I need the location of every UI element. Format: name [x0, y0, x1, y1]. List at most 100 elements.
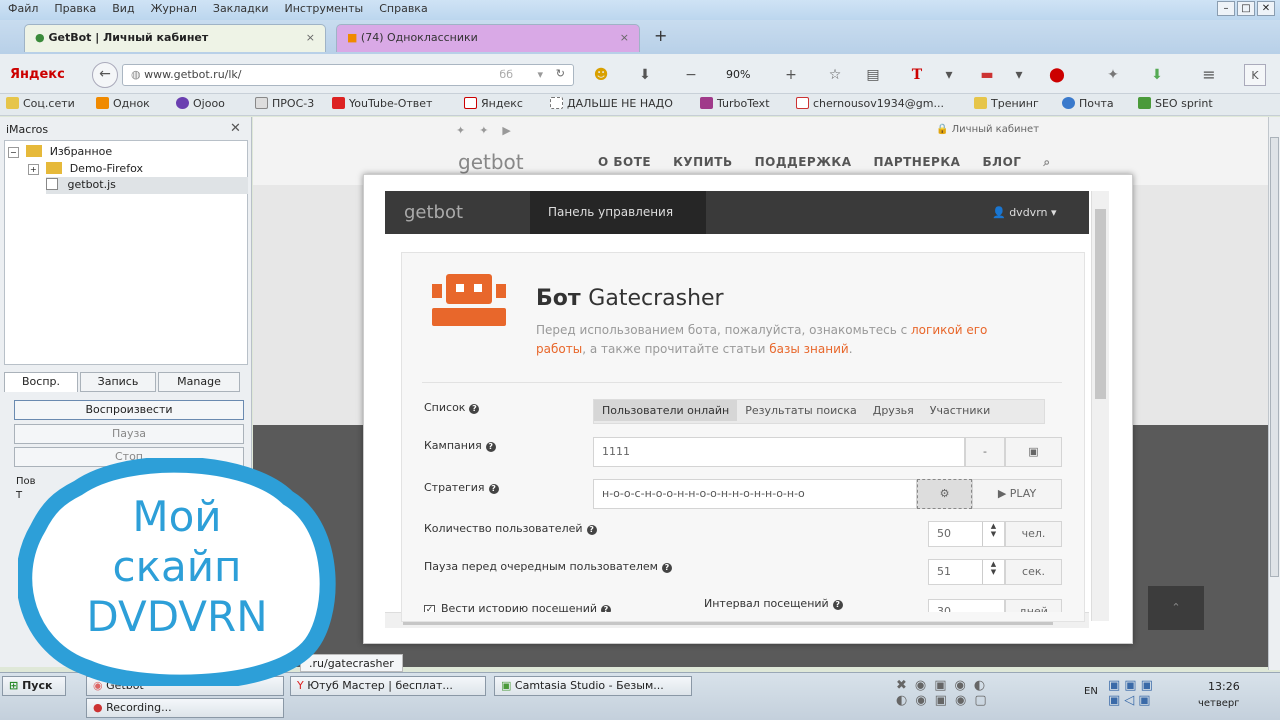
- addon-icon[interactable]: ☻: [590, 64, 612, 86]
- logic-link[interactable]: логикой его: [911, 323, 987, 337]
- checkbox-checked-icon[interactable]: ✓: [424, 605, 435, 612]
- control-panel-tab[interactable]: Панель управления: [530, 191, 706, 234]
- interval-stepper[interactable]: 30: [928, 599, 1005, 612]
- modal-vertical-scrollbar[interactable]: [1091, 191, 1109, 621]
- bookmark-turbotext[interactable]: TurboText: [700, 97, 770, 110]
- menu-help[interactable]: Справка: [371, 0, 435, 17]
- close-tab-icon[interactable]: ×: [306, 31, 315, 44]
- strategy-settings-button[interactable]: ⚙: [917, 479, 972, 509]
- stepper-arrows-icon[interactable]: ▲ ▼: [982, 522, 1004, 546]
- minimize-icon[interactable]: –: [1217, 1, 1235, 16]
- expand-icon[interactable]: +: [28, 164, 39, 175]
- collapse-icon[interactable]: −: [8, 147, 19, 158]
- pause-button[interactable]: Пауза: [14, 424, 244, 444]
- flag-dropdown-icon[interactable]: ▾: [1008, 64, 1030, 86]
- tab-play[interactable]: Воспр.: [4, 372, 78, 392]
- flag-icon[interactable]: ▬: [976, 64, 998, 86]
- dropdown-icon[interactable]: ▾: [537, 68, 543, 81]
- campaign-remove-button[interactable]: -: [965, 437, 1005, 467]
- bookmark-pochta[interactable]: Почта: [1062, 97, 1114, 110]
- language-indicator[interactable]: EN: [1084, 686, 1098, 697]
- nav-about[interactable]: О БОТЕ: [598, 155, 651, 169]
- yandex-logo[interactable]: Яндекс: [10, 67, 65, 82]
- address-bar[interactable]: ◍ www.getbot.ru/lk/ бб ▾ ↻: [122, 64, 574, 86]
- bookmark-trening[interactable]: Тренинг: [974, 97, 1039, 110]
- zoom-out-icon[interactable]: −: [680, 64, 702, 86]
- star-icon[interactable]: ☆: [824, 64, 846, 86]
- bookmark-seosprint[interactable]: SEO sprint: [1138, 97, 1213, 110]
- tab-manage[interactable]: Manage: [158, 372, 240, 392]
- count-stepper[interactable]: 50 ▲ ▼: [928, 521, 1005, 547]
- campaign-input[interactable]: 1111: [593, 437, 965, 467]
- close-sidebar-icon[interactable]: ✕: [230, 121, 241, 136]
- bookmark-gmail[interactable]: chernousov1934@gm...: [796, 97, 944, 110]
- user-menu[interactable]: 👤 dvdvrn ▾: [992, 206, 1057, 219]
- menu-view[interactable]: Вид: [104, 0, 142, 17]
- close-window-icon[interactable]: ✕: [1257, 1, 1275, 16]
- save-page-icon[interactable]: ⬇: [1146, 64, 1168, 86]
- nav-buy[interactable]: КУПИТЬ: [673, 155, 732, 169]
- taskbar-recording[interactable]: ● Recording...: [86, 698, 284, 718]
- tree-getbot-js[interactable]: getbot.js: [46, 177, 248, 194]
- social-icons[interactable]: ✦✦▶: [456, 124, 525, 137]
- tab-odnoklassniki[interactable]: ■ (74) Одноклассники ×: [336, 24, 640, 52]
- translate-icon[interactable]: T: [906, 64, 928, 86]
- nav-support[interactable]: ПОДДЕРЖКА: [755, 155, 852, 169]
- reader-icon[interactable]: ▤: [862, 64, 884, 86]
- option-members[interactable]: Участники: [922, 400, 999, 421]
- adblock-icon[interactable]: ⬤: [1046, 64, 1068, 86]
- bookmark-youtube[interactable]: YouTube-Ответ: [332, 97, 432, 110]
- play-button[interactable]: ▶ PLAY: [972, 479, 1062, 509]
- tree-demo-firefox[interactable]: + Demo-Firefox: [28, 162, 143, 175]
- tree-favorites[interactable]: − Избранное: [8, 145, 112, 158]
- menu-file[interactable]: Файл: [0, 0, 46, 17]
- strategy-input[interactable]: н-о-о-с-н-о-о-н-н-о-о-н-н-о-н-н-о-н-о: [593, 479, 917, 509]
- tray-icons[interactable]: ▣▣▣ ▣◁▣: [1108, 678, 1157, 708]
- play-macro-button[interactable]: Воспроизвести: [14, 400, 244, 420]
- reload-icon[interactable]: ↻: [556, 67, 565, 80]
- bookmark-dalshe[interactable]: ДАЛЬШЕ НЕ НАДО: [550, 97, 673, 110]
- logic-link-cont[interactable]: работы: [536, 342, 582, 356]
- history-checkbox-row[interactable]: ✓ Вести историю посещений?: [424, 602, 611, 612]
- option-friends[interactable]: Друзья: [865, 400, 922, 421]
- bookmark-socseti[interactable]: Соц.сети: [6, 97, 75, 110]
- menu-tools[interactable]: Инструменты: [277, 0, 372, 17]
- maximize-icon[interactable]: □: [1237, 1, 1255, 16]
- hamburger-menu-icon[interactable]: ≡: [1198, 64, 1220, 86]
- bookmark-ojooo[interactable]: Ojooo: [176, 97, 225, 110]
- account-link[interactable]: 🔒 Личный кабинет: [936, 124, 1039, 135]
- pause-stepper[interactable]: 51 ▲ ▼: [928, 559, 1005, 585]
- translate-dropdown-icon[interactable]: ▾: [938, 64, 960, 86]
- option-online-users[interactable]: Пользователи онлайн: [594, 400, 738, 421]
- download-icon[interactable]: ⬇: [634, 64, 656, 86]
- menu-history[interactable]: Журнал: [143, 0, 205, 17]
- scroll-top-button[interactable]: ⌃: [1148, 586, 1204, 630]
- bookmark-odnok[interactable]: Однок: [96, 97, 150, 110]
- scroll-thumb[interactable]: [1095, 209, 1106, 399]
- site-logo[interactable]: getbot: [458, 150, 524, 174]
- close-tab-icon[interactable]: ×: [620, 31, 629, 44]
- nav-partner[interactable]: ПАРТНЕРКА: [874, 155, 961, 169]
- menu-edit[interactable]: Правка: [46, 0, 104, 17]
- taskbar-camtasia[interactable]: ▣ Camtasia Studio - Безым...: [494, 676, 692, 696]
- campaign-save-button[interactable]: ▣: [1005, 437, 1062, 467]
- bookmark-yandex[interactable]: Яндекс: [464, 97, 523, 110]
- option-search-results[interactable]: Результаты поиска: [737, 400, 865, 421]
- extension-icon[interactable]: ✦: [1102, 64, 1124, 86]
- page-scroll-thumb[interactable]: [1270, 137, 1279, 577]
- modal-logo[interactable]: getbot: [404, 202, 463, 223]
- new-tab-button[interactable]: +: [654, 26, 667, 45]
- menu-bookmarks[interactable]: Закладки: [205, 0, 277, 17]
- quicklaunch-icons[interactable]: ✖◉▣◉◐ ◐◉▣◉▢: [896, 678, 1046, 708]
- tab-getbot[interactable]: ● GetBot | Личный кабинет ×: [24, 24, 326, 52]
- zoom-in-icon[interactable]: +: [780, 64, 802, 86]
- page-scrollbar[interactable]: [1268, 117, 1280, 670]
- bookmark-pros3[interactable]: ПРОС-3: [255, 97, 314, 110]
- search-icon[interactable]: ⌕: [1043, 155, 1050, 169]
- back-icon[interactable]: ←: [92, 62, 118, 88]
- knowledge-base-link[interactable]: базы знаний: [769, 342, 848, 356]
- nav-blog[interactable]: БЛОГ: [982, 155, 1021, 169]
- tab-record[interactable]: Запись: [80, 372, 156, 392]
- stepper-arrows-icon[interactable]: ▲ ▼: [982, 560, 1004, 584]
- sidebar-toggle-icon[interactable]: K: [1244, 64, 1266, 86]
